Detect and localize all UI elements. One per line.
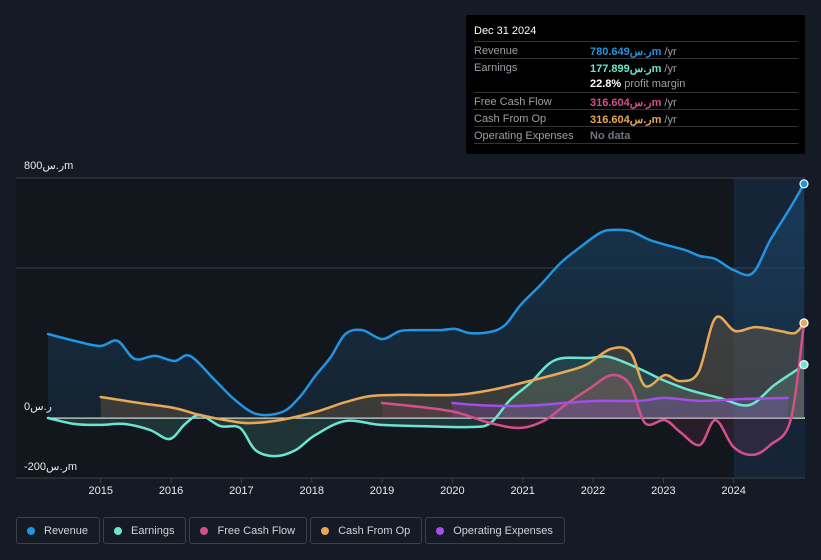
tooltip-row: Earnings 177.899ر.سm /yr bbox=[474, 58, 798, 76]
legend-item-revenue[interactable]: Revenue bbox=[16, 517, 101, 544]
legend-item-cash-from-op[interactable]: Cash From Op bbox=[310, 517, 423, 544]
legend-label: Revenue bbox=[44, 524, 89, 537]
y-axis-label-top: 800ر.سm bbox=[24, 160, 74, 172]
y-axis-label-bottom: -200ر.سm bbox=[24, 461, 77, 473]
cash-from-op-point bbox=[799, 318, 809, 328]
tooltip-row: Free Cash Flow 316.604ر.سm /yr bbox=[474, 92, 798, 110]
legend-label: Operating Expenses bbox=[453, 524, 553, 537]
tooltip-row-value: 780.649ر.سm /yr bbox=[590, 46, 677, 58]
x-axis-label: 2022 bbox=[580, 485, 606, 497]
legend-label: Cash From Op bbox=[338, 524, 411, 537]
legend-label: Earnings bbox=[131, 524, 175, 537]
x-axis-label: 2017 bbox=[229, 485, 254, 497]
legend-dot-icon bbox=[200, 526, 209, 535]
x-axis-label: 2021 bbox=[510, 485, 535, 497]
tooltip-row: Revenue 780.649ر.سm /yr bbox=[474, 41, 798, 59]
tooltip-row-label: Earnings bbox=[474, 62, 518, 74]
x-axis-label: 2016 bbox=[158, 485, 184, 497]
tooltip-row-label: Operating Expenses bbox=[474, 130, 574, 142]
legend-item-earnings[interactable]: Earnings bbox=[103, 517, 187, 544]
tooltip-row: 22.8% profit margin bbox=[474, 75, 798, 92]
tooltip-row-value: 316.604ر.سm /yr bbox=[590, 97, 677, 109]
tooltip-row-value: 316.604ر.سm /yr bbox=[590, 114, 677, 126]
x-axis-label: 2020 bbox=[440, 485, 465, 497]
tooltip-divider bbox=[474, 143, 798, 144]
tooltip-panel: Dec 31 2024 Revenue 780.649ر.سm /yr Earni… bbox=[466, 15, 805, 154]
legend-dot-icon bbox=[436, 526, 445, 535]
x-axis-label: 2024 bbox=[721, 485, 746, 497]
x-axis-label: 2015 bbox=[88, 485, 113, 497]
tooltip-row: Operating Expenses No data bbox=[474, 126, 798, 144]
x-axis-label: 2023 bbox=[651, 485, 676, 497]
legend: Revenue Earnings Free Cash Flow Cash From O… bbox=[16, 517, 565, 544]
tooltip-row: Cash From Op 316.604ر.سm /yr bbox=[474, 109, 798, 127]
tooltip-row-label: Free Cash Flow bbox=[474, 96, 552, 108]
tooltip-row-label: Revenue bbox=[474, 45, 519, 57]
legend-item-free-cash-flow[interactable]: Free Cash Flow bbox=[189, 517, 308, 544]
x-axis-label: 2018 bbox=[299, 485, 324, 497]
x-axis-label: 2019 bbox=[369, 485, 395, 497]
legend-label: Free Cash Flow bbox=[217, 524, 296, 537]
revenue-point bbox=[799, 179, 809, 189]
legend-item-operating-expenses[interactable]: Operating Expenses bbox=[425, 517, 565, 544]
tooltip-row-value: 22.8% profit margin bbox=[590, 78, 686, 90]
earnings-point bbox=[799, 360, 809, 370]
y-axis-label-zero: 0ر.س bbox=[24, 401, 52, 413]
legend-dot-icon bbox=[114, 526, 123, 535]
legend-dot-icon bbox=[27, 526, 35, 535]
tooltip-date: Dec 31 2024 bbox=[474, 25, 537, 37]
tooltip-row-value: No data bbox=[590, 130, 631, 142]
tooltip-row-value: 177.899ر.سm /yr bbox=[590, 63, 677, 75]
legend-dot-icon bbox=[321, 526, 330, 535]
tooltip-row-label: Cash From Op bbox=[474, 113, 547, 125]
